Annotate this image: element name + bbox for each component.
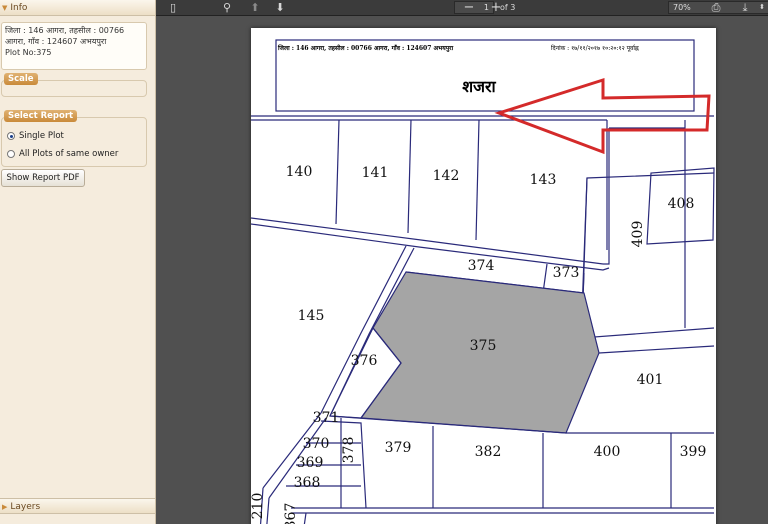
zoom-in-icon[interactable]: +	[489, 0, 503, 15]
info-header-label: Info	[10, 3, 28, 13]
pdf-header-right: दिनांक : १७/११/२०१७ १०:२०:१२ पूर्वाह्न	[551, 44, 639, 52]
collapse-triangle-icon: ▼	[2, 4, 8, 12]
sidebar-toggle-icon[interactable]: ▯	[166, 0, 180, 15]
left-panel: ▼ Info जिला : 146 आगरा, तहसील : 00766 आगर…	[0, 0, 156, 524]
search-icon[interactable]: ⚲	[220, 0, 234, 15]
plot-label: 367	[283, 503, 299, 524]
layers-accordion-header[interactable]: ▶ Layers	[0, 498, 155, 514]
arrow-down-icon[interactable]: ⬇	[273, 0, 287, 15]
info-line: जिला : 146 आगरा, तहसील : 00766	[5, 26, 125, 35]
pdf-header-left: जिला : 146 आगरा, तहसील : 00766 आगरा, गाँ…	[277, 44, 454, 52]
plot-label: 143	[530, 172, 557, 188]
plot-label: 368	[294, 475, 321, 491]
plot-label: 382	[475, 444, 502, 460]
pdf-title: शजरा	[462, 77, 496, 96]
plot-label: 409	[630, 221, 646, 248]
pdf-toolbar: ▯ ⚲ ⬆ ⬇ 1 of 3 − + 70% ⬍ ⎙ ⤓	[156, 0, 768, 16]
plot-label: 145	[298, 308, 325, 324]
plot-label: 369	[297, 455, 324, 471]
info-box: जिला : 146 आगरा, तहसील : 00766 आगरा, गाँ…	[1, 22, 147, 70]
select-report-fieldset: Select Report Single Plot All Plots of s…	[1, 110, 147, 167]
pdf-viewer-area[interactable]: जिला : 146 आगरा, तहसील : 00766 आगरा, गाँ…	[156, 16, 768, 524]
plot-label: 142	[433, 168, 460, 184]
print-icon[interactable]: ⎙	[709, 0, 723, 15]
arrow-up-icon[interactable]: ⬆	[248, 0, 262, 15]
radio-single-label: Single Plot	[19, 131, 64, 141]
plot-label: 399	[680, 444, 707, 460]
plot-label: 141	[362, 165, 389, 181]
plot-label: 373	[553, 265, 580, 281]
zoom-out-icon[interactable]: −	[462, 0, 476, 15]
plot-label: 370	[303, 436, 330, 452]
plot-label: 408	[668, 196, 695, 212]
cadastral-map: जिला : 146 आगरा, तहसील : 00766 आगरा, गाँ…	[251, 39, 715, 524]
plot-label: 379	[385, 440, 412, 456]
scale-fieldset: Scale	[1, 73, 147, 97]
pdf-page: जिला : 146 आगरा, तहसील : 00766 आगरा, गाँ…	[251, 28, 716, 524]
radio-all-plots[interactable]: All Plots of same owner	[7, 149, 118, 159]
info-accordion-header[interactable]: ▼ Info	[0, 0, 155, 16]
plot-label: 400	[594, 444, 621, 460]
plot-label: 378	[341, 437, 357, 464]
select-report-legend: Select Report	[4, 110, 78, 122]
radio-all-label: All Plots of same owner	[19, 149, 119, 159]
download-icon[interactable]: ⤓	[738, 0, 752, 15]
plot-label: 401	[637, 372, 664, 388]
expand-triangle-icon: ▶	[2, 503, 8, 511]
plot-label: 210	[251, 493, 266, 520]
updown-arrow-icon: ⬍	[759, 3, 765, 11]
radio-single-plot[interactable]: Single Plot	[7, 131, 64, 141]
info-line: आगरा, गाँव : 124607 अभयपुरा	[5, 37, 107, 46]
plot-label: 140	[286, 164, 313, 180]
plot-number: Plot No:375	[5, 48, 52, 57]
radio-button-checked[interactable]	[7, 132, 15, 140]
zoom-value: 70%	[673, 3, 691, 12]
plot-label: 371	[313, 410, 340, 426]
plot-label: 374	[468, 258, 495, 274]
plot-label: 375	[470, 338, 497, 354]
show-report-pdf-button[interactable]: Show Report PDF	[1, 169, 85, 187]
plot-label: 376	[351, 353, 378, 369]
radio-button[interactable]	[7, 150, 15, 158]
layers-header-label: Layers	[10, 502, 41, 512]
scale-legend: Scale	[4, 73, 38, 85]
